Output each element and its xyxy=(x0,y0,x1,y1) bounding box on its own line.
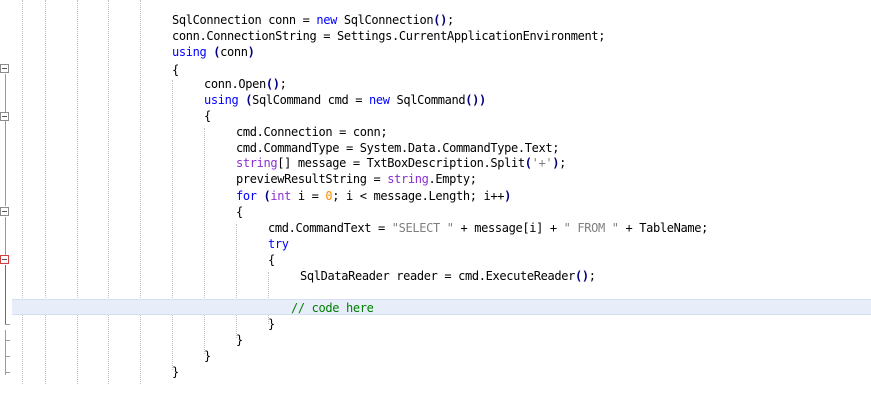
indent-guide xyxy=(140,0,141,384)
code-line[interactable]: using (conn) xyxy=(172,44,255,60)
indent-guide xyxy=(108,0,109,384)
code-line[interactable]: string[] message = TxtBoxDescription.Spl… xyxy=(236,155,566,171)
code-line[interactable]: try xyxy=(268,236,289,252)
code-line[interactable]: conn.Open(); xyxy=(204,76,287,92)
code-line[interactable]: cmd.Connection = conn; xyxy=(236,124,388,140)
current-line-highlight xyxy=(12,299,871,315)
code-line[interactable]: } xyxy=(268,316,275,332)
fold-collapse-icon[interactable] xyxy=(0,255,9,264)
fold-line xyxy=(5,330,6,375)
fold-collapse-icon[interactable] xyxy=(0,64,9,73)
code-line[interactable]: { xyxy=(172,62,179,78)
code-line[interactable]: previewResultString = string.Empty; xyxy=(236,171,477,187)
code-line[interactable]: SqlConnection conn = new SqlConnection()… xyxy=(172,12,454,28)
code-line[interactable]: conn.ConnectionString = Settings.Current… xyxy=(172,28,605,44)
indent-guide xyxy=(22,0,23,384)
code-line[interactable]: } xyxy=(172,364,179,380)
code-comment-line[interactable]: // code here xyxy=(291,300,374,316)
code-line[interactable]: SqlDataReader reader = cmd.ExecuteReader… xyxy=(300,268,596,284)
indent-guide xyxy=(172,80,173,370)
fold-end-marker xyxy=(5,372,10,373)
code-line[interactable]: { xyxy=(204,108,211,124)
code-line[interactable]: } xyxy=(236,332,243,348)
code-line[interactable]: cmd.CommandType = System.Data.CommandTyp… xyxy=(236,140,559,156)
indent-guide xyxy=(45,0,46,384)
indent-guide xyxy=(77,0,78,384)
code-editor[interactable]: SqlConnection conn = new SqlConnection()… xyxy=(0,0,871,403)
fold-collapse-icon[interactable] xyxy=(0,112,9,121)
fold-line xyxy=(5,265,6,325)
fold-line xyxy=(5,217,6,255)
code-line[interactable]: for (int i = 0; i < message.Length; i++) xyxy=(236,188,511,204)
code-line[interactable]: { xyxy=(236,204,243,220)
fold-end-marker xyxy=(5,340,10,341)
fold-collapse-icon[interactable] xyxy=(0,207,9,216)
fold-line xyxy=(5,74,6,206)
code-line[interactable]: cmd.CommandText = "SELECT " + message[i]… xyxy=(268,220,708,236)
code-line[interactable]: { xyxy=(268,252,275,268)
indent-guide xyxy=(236,224,237,338)
code-line[interactable]: using (SqlCommand cmd = new SqlCommand()… xyxy=(204,92,486,108)
indent-guide xyxy=(204,128,205,354)
fold-end-marker xyxy=(5,356,10,357)
fold-end-marker xyxy=(5,324,10,325)
code-line[interactable]: } xyxy=(204,348,211,364)
